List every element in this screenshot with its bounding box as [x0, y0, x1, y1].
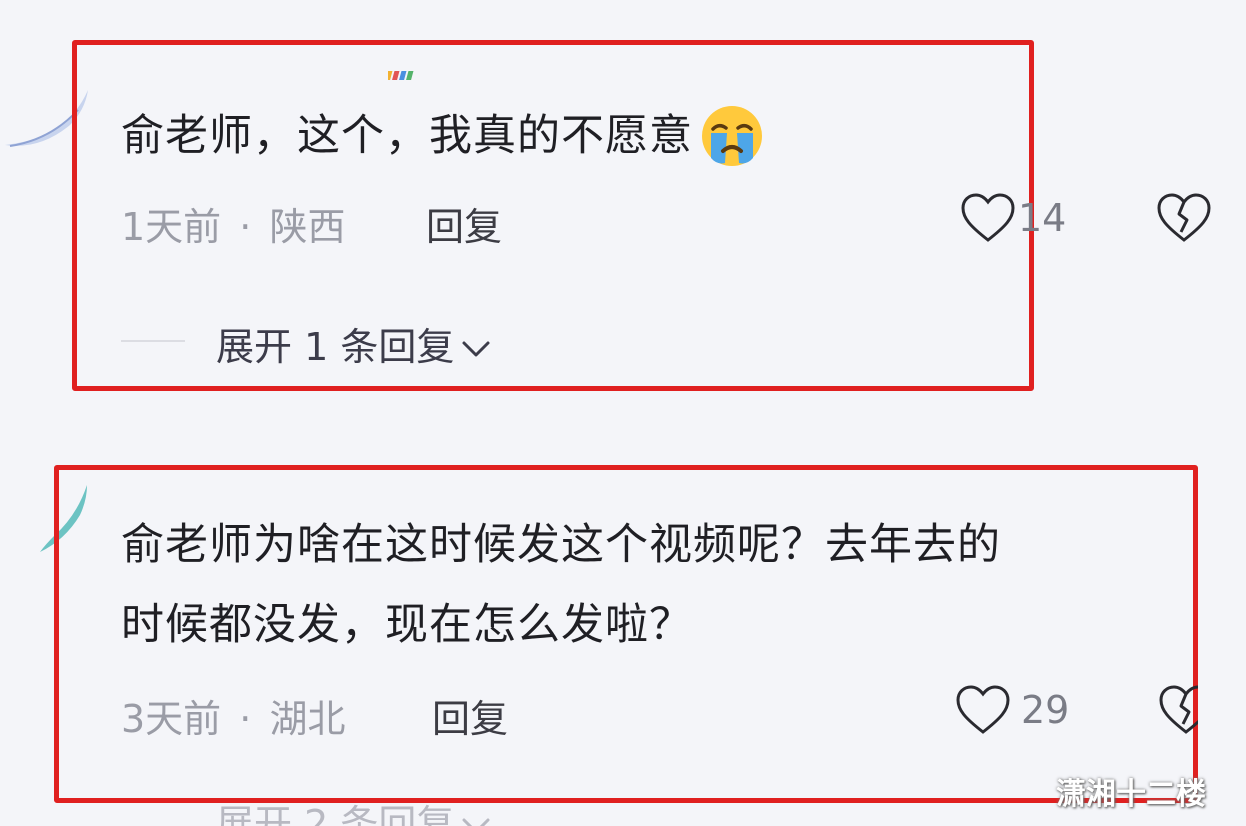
comment-time: 1天前	[121, 205, 222, 249]
broken-heart-icon	[1156, 192, 1212, 244]
like-count: 29	[1021, 688, 1070, 732]
comment-location: 陕西	[269, 205, 346, 249]
dislike-button[interactable]	[1156, 192, 1212, 248]
heart-icon	[955, 684, 1011, 736]
comment-body: 俞老师，这个，我真的不愿意	[121, 111, 693, 161]
broken-heart-icon	[1158, 684, 1198, 736]
comment-text: 俞老师，这个，我真的不愿意	[121, 96, 765, 176]
comment-text: 俞老师为啥在这时候发这个视频呢？去年去的 时候都没发，现在怎么发啦？	[121, 505, 1001, 665]
comment-body-line: 俞老师为啥在这时候发这个视频呢？去年去的	[121, 520, 1001, 570]
watermark: 潇湘十二楼	[1056, 777, 1206, 812]
comment-location: 湖北	[269, 697, 346, 741]
chevron-down-icon	[458, 329, 494, 359]
meta-separator: ·	[239, 697, 252, 741]
reply-button[interactable]: 回复	[426, 196, 502, 251]
dislike-button[interactable]	[1158, 684, 1198, 740]
like-button[interactable]: 29	[955, 684, 1069, 736]
comment-meta: 3天前 · 湖北	[121, 688, 345, 743]
expand-label: 展开 2 条回复	[216, 803, 455, 826]
loudly-crying-face-emoji-icon	[699, 103, 765, 169]
comment-body-line: 时候都没发，现在怎么发啦？	[121, 600, 693, 650]
reply-button[interactable]: 回复	[432, 688, 508, 743]
expand-label: 展开 1 条回复	[216, 325, 455, 369]
chevron-down-icon	[458, 806, 494, 826]
heart-icon	[960, 192, 1016, 244]
comment-meta: 1天前 · 陕西	[121, 196, 345, 251]
expand-replies-button[interactable]: 展开 2 条回复	[216, 803, 494, 826]
expand-divider	[121, 340, 185, 342]
meta-separator: ·	[239, 205, 252, 249]
like-count: 14	[1018, 196, 1067, 240]
like-button[interactable]: 14	[960, 192, 1066, 244]
comment-time: 3天前	[121, 697, 222, 741]
expand-replies-button[interactable]: 展开 1 条回复	[216, 316, 494, 371]
